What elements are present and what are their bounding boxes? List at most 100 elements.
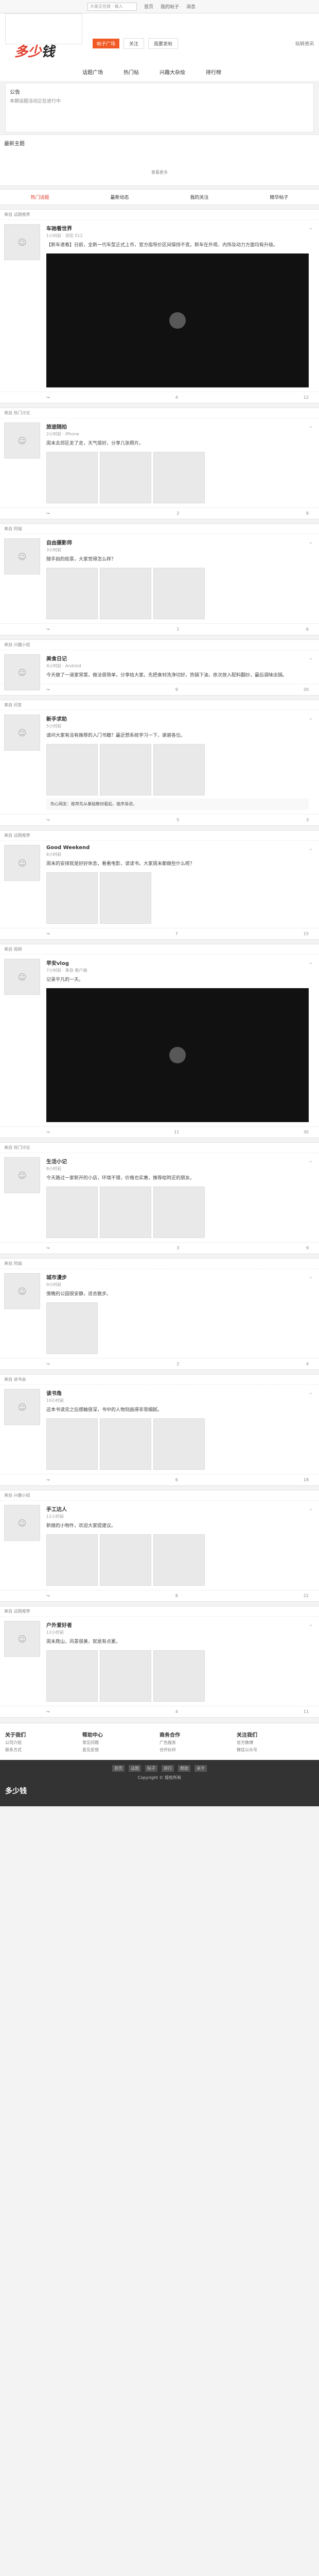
post-image[interactable] [153, 1418, 205, 1470]
share-icon[interactable]: ↪ [46, 931, 50, 936]
comment-count[interactable]: 8 [175, 1594, 178, 1598]
post-image[interactable] [153, 1534, 205, 1586]
chevron-down-icon[interactable]: ⌄ [309, 960, 313, 965]
chevron-down-icon[interactable]: ⌄ [309, 1622, 313, 1628]
tab-latest[interactable]: 最新动态 [110, 194, 129, 200]
share-icon[interactable]: ↪ [46, 395, 50, 400]
like-count[interactable]: 9 [306, 1246, 309, 1250]
topics-more-link[interactable]: 查看更多 [4, 170, 315, 175]
footer-link[interactable]: 合作伙伴 [160, 1747, 237, 1753]
chevron-down-icon[interactable]: ⌄ [309, 1506, 313, 1512]
search-input[interactable]: 大家正在搜 · 输入 [87, 2, 137, 11]
chevron-down-icon[interactable]: ⌄ [309, 225, 313, 231]
footer-link[interactable]: 联系方式 [5, 1747, 82, 1753]
share-icon[interactable]: ↪ [46, 1362, 50, 1366]
tab-hot[interactable]: 热门话题 [30, 194, 49, 200]
username[interactable]: 车驰看世界 [46, 224, 309, 232]
comment-count[interactable]: 3 [176, 1246, 179, 1250]
bottom-nav-item[interactable]: 首页 [112, 1765, 125, 1772]
username[interactable]: 旅途随拍 [46, 422, 309, 430]
chevron-down-icon[interactable]: ⌄ [309, 1274, 313, 1280]
nav-item[interactable]: 话题广场 [82, 68, 103, 76]
share-icon[interactable]: ↪ [46, 687, 50, 692]
chevron-down-icon[interactable]: ⌄ [309, 655, 313, 661]
comment-count[interactable]: 9 [175, 687, 178, 692]
follow-button[interactable]: 关注 [123, 38, 145, 49]
share-icon[interactable]: ↪ [46, 1594, 50, 1598]
footer-link[interactable]: 官方微博 [237, 1740, 314, 1745]
post-image[interactable] [46, 1650, 98, 1702]
like-count[interactable]: 6 [306, 627, 309, 632]
comment-count[interactable]: 4 [175, 1709, 178, 1714]
comment-count[interactable]: 7 [175, 931, 178, 936]
nav-item[interactable]: 热门帖 [123, 68, 139, 76]
like-count[interactable]: 4 [306, 1362, 309, 1366]
chevron-down-icon[interactable]: ⌄ [309, 716, 313, 721]
tab-following[interactable]: 我的关注 [190, 194, 208, 200]
chevron-down-icon[interactable]: ⌄ [309, 423, 313, 429]
avatar[interactable]: ☺ [4, 959, 40, 995]
username[interactable]: 早安vlog [46, 959, 309, 967]
comment-count[interactable]: 2 [176, 511, 179, 516]
post-image[interactable] [46, 568, 98, 619]
footer-link[interactable]: 微信公众号 [237, 1747, 314, 1753]
share-icon[interactable]: ↪ [46, 1478, 50, 1482]
post-image[interactable] [100, 744, 151, 795]
top-link[interactable]: 我的帖子 [161, 3, 179, 10]
avatar[interactable]: ☺ [4, 538, 40, 574]
avatar[interactable]: ☺ [4, 1621, 40, 1657]
username[interactable]: 新手求助 [46, 715, 309, 722]
footer-link[interactable]: 常见问题 [82, 1740, 160, 1745]
site-logo[interactable]: 多少钱 [14, 41, 55, 60]
post-image[interactable] [46, 1418, 98, 1470]
avatar[interactable]: ☺ [4, 1273, 40, 1309]
play-icon[interactable] [169, 1047, 186, 1063]
like-count[interactable]: 18 [304, 1478, 309, 1482]
post-image[interactable] [46, 1302, 98, 1354]
like-count[interactable]: 22 [304, 1594, 309, 1598]
avatar[interactable]: ☺ [4, 1505, 40, 1541]
play-icon[interactable] [169, 312, 186, 329]
footer-link[interactable]: 意见反馈 [82, 1747, 160, 1753]
comment-count[interactable]: 6 [175, 1478, 178, 1482]
bottom-nav-item[interactable]: 帮助 [178, 1765, 190, 1772]
like-count[interactable]: 15 [304, 931, 309, 936]
bottom-nav-item[interactable]: 帖子 [145, 1765, 157, 1772]
comment-count[interactable]: 5 [176, 818, 179, 822]
like-count[interactable]: 11 [304, 1709, 309, 1714]
avatar[interactable]: ☺ [4, 1157, 40, 1193]
comment-count[interactable]: 2 [176, 1362, 179, 1366]
nav-item[interactable]: 排行榜 [206, 68, 221, 76]
avatar[interactable]: ☺ [4, 224, 40, 260]
avatar[interactable]: ☺ [4, 422, 40, 459]
tab-featured[interactable]: 精华帖子 [270, 194, 288, 200]
post-image[interactable] [153, 452, 205, 503]
chevron-down-icon[interactable]: ⌄ [309, 539, 313, 545]
like-count[interactable]: 8 [306, 511, 309, 516]
comment-count[interactable]: 1 [176, 627, 179, 632]
avatar[interactable]: ☺ [4, 845, 40, 881]
bottom-nav-item[interactable]: 话题 [129, 1765, 141, 1772]
avatar[interactable]: ☺ [4, 715, 40, 751]
top-link[interactable]: 消息 [186, 3, 196, 10]
like-count[interactable]: 30 [304, 1130, 309, 1134]
post-image[interactable] [46, 1534, 98, 1586]
like-count[interactable]: 12 [304, 395, 309, 400]
avatar[interactable]: ☺ [4, 1389, 40, 1425]
share-icon[interactable]: ↪ [46, 511, 50, 516]
username[interactable]: 生活小记 [46, 1157, 309, 1165]
username[interactable]: 自由摄影师 [46, 538, 309, 546]
post-image[interactable] [100, 568, 151, 619]
chevron-down-icon[interactable]: ⌄ [309, 1390, 313, 1396]
bottom-nav-item[interactable]: 关于 [194, 1765, 207, 1772]
username[interactable]: 城市漫步 [46, 1273, 309, 1281]
post-image[interactable] [153, 568, 205, 619]
chevron-down-icon[interactable]: ⌄ [309, 1158, 313, 1164]
username[interactable]: 户外爱好者 [46, 1621, 309, 1629]
post-image[interactable] [46, 1187, 98, 1238]
post-image[interactable] [100, 452, 151, 503]
footer-link[interactable]: 广告服务 [160, 1740, 237, 1745]
post-image[interactable] [153, 1187, 205, 1238]
video-player[interactable] [46, 253, 309, 387]
header-right-link[interactable]: 玩转资讯 [295, 40, 314, 47]
